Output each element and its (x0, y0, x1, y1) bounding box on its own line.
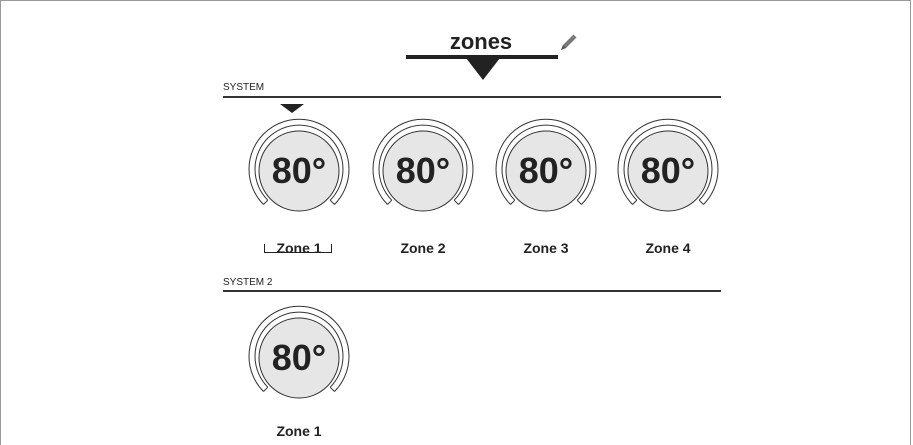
zone-dial-4[interactable]: 80° Zone 4 (613, 116, 723, 256)
dial: 80° (244, 303, 354, 413)
pencil-icon[interactable] (557, 32, 579, 54)
temperature-value: 80° (271, 337, 327, 378)
zone-name: Zone 1 (276, 423, 322, 439)
zone-name: Zone 4 (645, 240, 691, 256)
zone-dial-1[interactable]: 80° Zone 1 (244, 116, 354, 256)
dial: 80° (491, 116, 601, 226)
temperature-value: 80° (395, 150, 451, 191)
zone-name: Zone 2 (400, 240, 446, 256)
triangle-down-icon (466, 58, 500, 80)
triangle-down-icon (280, 104, 304, 113)
zones-panel: zones SYSTEM 80° Zone 1 80° Zone 2 80° Z… (0, 0, 911, 445)
zone-dial-2[interactable]: 80° Zone 2 (368, 116, 478, 256)
temperature-value: 80° (518, 150, 574, 191)
zone-dial-3[interactable]: 80° Zone 3 (491, 116, 601, 256)
temperature-value: 80° (271, 150, 327, 191)
section-divider (223, 96, 721, 98)
section-label-system: SYSTEM (223, 82, 265, 93)
section-divider (223, 290, 721, 292)
dial: 80° (244, 116, 354, 226)
page-title: zones (449, 29, 513, 54)
zone-name: Zone 3 (523, 240, 569, 256)
system-2-zone-dial-1[interactable]: 80° Zone 1 (244, 303, 354, 439)
selection-bracket (264, 244, 332, 253)
dial: 80° (613, 116, 723, 226)
temperature-value: 80° (640, 150, 696, 191)
dial: 80° (368, 116, 478, 226)
section-label-system-2: SYSTEM 2 (223, 277, 273, 288)
